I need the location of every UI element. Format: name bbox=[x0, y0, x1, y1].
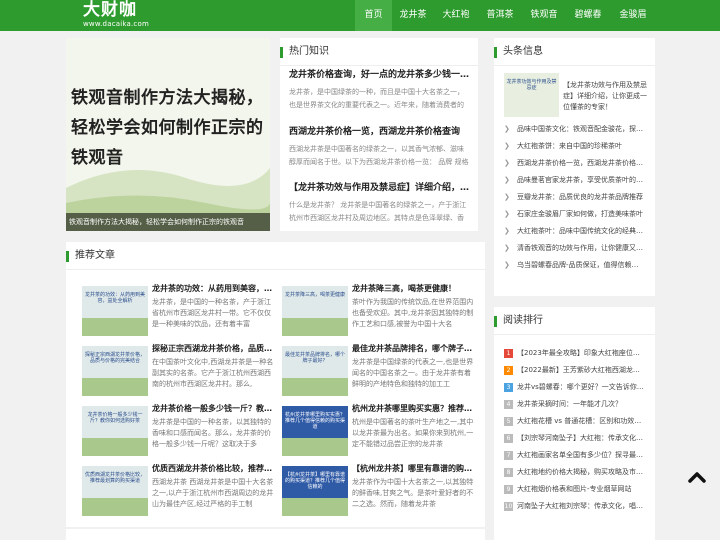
headline-link[interactable]: ❯ 清香铁观音的功效与作用，让你健康又美丽 bbox=[504, 240, 644, 257]
hero-slider[interactable]: 铁观音制作方法大揭秘，轻松学会如何制作正宗的铁观音 铁观音制作方法大揭秘，轻松学… bbox=[66, 38, 270, 231]
back-to-top-icon[interactable] bbox=[686, 466, 708, 488]
nav-longjing[interactable]: 龙井茶 bbox=[392, 0, 434, 31]
rank-item[interactable]: 5 大红袍花槽 vs 普通花槽：区别和功效详解 bbox=[504, 413, 644, 430]
recommended-item[interactable]: 【杭州龙井茶】哪里有靠谱的购买渠道？推荐几个值得信赖的 【杭州龙井茶】哪里有靠谱… bbox=[282, 463, 476, 520]
nav-tieguanyin[interactable]: 铁观音 bbox=[523, 0, 565, 31]
nav-dahongpao[interactable]: 大红袍 bbox=[435, 0, 477, 31]
hot-item[interactable]: 西湖龙井茶价格一览，西湖龙井茶价格查询 西湖龙井茶是中国著名的绿茶之一，以其香气… bbox=[289, 125, 470, 169]
headline-feature-thumbnail[interactable]: 龙井茶功效与作用及禁忌症 bbox=[504, 73, 559, 117]
recommended-item[interactable]: 龙井茶的功效：从药用到美容，益处全解析 龙井茶的功效：从药用到美容，益处全解析 … bbox=[82, 283, 276, 340]
nav-jinjunmei[interactable]: 金骏眉 bbox=[611, 0, 655, 31]
rank-item[interactable]: 3 龙井vs碧螺春：哪个更好？一文告诉你答案 bbox=[504, 379, 644, 396]
hot-item-summary: 西湖龙井茶是中国著名的绿茶之一，以其香气浓郁、滋味醇厚而闻名于世。以下为西湖龙井… bbox=[289, 145, 469, 166]
recommended-item[interactable]: 龙井茶降三高，喝茶更健康 龙井茶降三高，喝茶更健康！ 茶叶作为我国的传统饮品,在… bbox=[282, 283, 476, 340]
hot-item-title[interactable]: 【龙井茶功效与作用及禁忌症】详细介绍，让你更了解 bbox=[289, 181, 470, 195]
recommended-item[interactable]: 探秘正宗西湖龙井茶价格，品质与价格的完美结合 探秘正宗西湖龙井茶价格，品质与价格… bbox=[82, 343, 276, 400]
article-summary: 在中国茶叶文化中,西湖龙井茶是一种名副其实的名茶。它产于浙江杭州西湖西南的杭州市… bbox=[152, 358, 274, 388]
rank-item[interactable]: 6【刘宗琴河南坠子】大红袍：传承文化，唱响中华 bbox=[504, 430, 644, 447]
reading-rank-heading: 阅读排行 bbox=[494, 307, 655, 335]
article-title[interactable]: 最佳龙井茶品牌排名，哪个牌子最好？ bbox=[352, 343, 476, 355]
recommended-item[interactable]: 杭州龙井茶哪里购买实惠？推荐几个值得信赖的购买渠道 杭州龙井茶哪里购买实惠？推荐… bbox=[282, 403, 476, 460]
hot-item-title[interactable]: 西湖龙井茶价格一览，西湖龙井茶价格查询 bbox=[289, 125, 470, 139]
hot-item-title[interactable]: 龙井茶价格查询，好一点的龙井茶多少钱一斤？ bbox=[289, 68, 470, 82]
recommended-item[interactable]: 最佳龙井茶品牌排名，哪个牌子最好？ 最佳龙井茶品牌排名，哪个牌子最好？ 龙井茶是… bbox=[282, 343, 476, 400]
reading-rank-panel: 阅读排行 1【2023年最全攻略】印象大红袍座位图，选座指南 2【2022最新】… bbox=[494, 307, 655, 540]
headline-link[interactable]: ❯ 乌当碧螺春品牌-品质保证，值得信赖的选择 bbox=[504, 257, 644, 274]
article-thumbnail[interactable]: 最佳龙井茶品牌排名，哪个牌子最好？ bbox=[282, 346, 348, 396]
article-thumbnail[interactable]: 龙井茶价格一般多少钱一斤？教你如何选购好茶 bbox=[82, 406, 148, 456]
article-thumbnail[interactable]: 【杭州龙井茶】哪里有靠谱的购买渠道？推荐几个值得信赖的 bbox=[282, 466, 348, 516]
logo-domain: www.dacaika.com bbox=[83, 20, 149, 28]
rank-item[interactable]: 2【2022最新】王芳紫砂大红袍西湖龙井茶价格 bbox=[504, 362, 644, 379]
article-summary: 龙井茶，是中国的一种名茶，产于浙江省杭州市西湖区龙井村一带。它不仅仅是一种美味的… bbox=[152, 298, 271, 328]
article-title[interactable]: 【杭州龙井茶】哪里有靠谱的购买渠道？推荐几个值得信赖的 bbox=[352, 463, 476, 475]
headline-link[interactable]: ❯ 西湖龙井茶价格一览，西湖龙井茶价格查询 bbox=[504, 155, 644, 172]
article-title[interactable]: 龙井茶的功效：从药用到美容，益处全解析 bbox=[152, 283, 276, 295]
article-title[interactable]: 探秘正宗西湖龙井茶价格，品质与价格的完美结合 bbox=[152, 343, 276, 355]
hero-caption[interactable]: 铁观音制作方法大揭秘，轻松学会如何制作正宗的铁观音 bbox=[66, 213, 270, 231]
hot-item[interactable]: 【龙井茶功效与作用及禁忌症】详细介绍，让你更了解 什么是龙井茶？ 龙井茶是中国著… bbox=[289, 181, 470, 225]
rank-item[interactable]: 8 大红袍地约价格大揭秘，购买攻略及市场行情 bbox=[504, 464, 644, 481]
article-thumbnail[interactable]: 龙井茶的功效：从药用到美容，益处全解析 bbox=[82, 286, 148, 336]
hot-item-summary: 龙井茶，是中国绿茶的一种，而且是中国十大名茶之一，也是世界茶文化的重要代表之一。… bbox=[289, 88, 464, 109]
hot-item[interactable]: 龙井茶价格查询，好一点的龙井茶多少钱一斤？ 龙井茶，是中国绿茶的一种，而且是中国… bbox=[289, 68, 470, 112]
site-logo[interactable]: 大财咖 www.dacaika.com bbox=[83, 0, 149, 29]
article-thumbnail[interactable]: 探秘正宗西湖龙井茶价格，品质与价格的完美结合 bbox=[82, 346, 148, 396]
article-summary: 杭州是中国著名的茶叶生产地之一,其中以龙井茶最为出名。如果你来到杭州,一定不能错… bbox=[352, 418, 474, 448]
rank-item[interactable]: 4 龙井茶采摘时间：一年能才几次？ bbox=[504, 396, 644, 413]
article-summary: 龙井茶是中国的一种名茶，以其独特的香味和口感而闻名。那么，龙井茶的价格一般多少钱… bbox=[152, 418, 271, 448]
headline-link[interactable]: ❯ 大红袍茶叶：品味中国传统文化的经典之选 bbox=[504, 223, 644, 240]
article-title[interactable]: 杭州龙井茶哪里购买实惠？推荐几个值得信赖的购买渠道 bbox=[352, 403, 476, 415]
hero-headline: 铁观音制作方法大揭秘，轻松学会如何制作正宗的铁观音 bbox=[71, 88, 264, 168]
site-header: 大财咖 www.dacaika.com 首页 龙井茶 大红袍 普洱茶 铁观音 碧… bbox=[0, 0, 720, 31]
rank-item[interactable]: 1【2023年最全攻略】印象大红袍座位图，选座指南 bbox=[504, 345, 644, 362]
article-title[interactable]: 优质西湖龙井茶价格比较，推荐最划算的购买渠道 bbox=[152, 463, 276, 475]
article-thumbnail[interactable]: 杭州龙井茶哪里购买实惠？推荐几个值得信赖的购买渠道 bbox=[282, 406, 348, 456]
article-summary: 西湖龙井茶 西湖龙井茶是中国十大名茶之一,以产于浙江杭州市西湖周边的龙井山为最佳… bbox=[152, 478, 274, 508]
headline-link[interactable]: ❯ 大红袍茶饼：来自中国的珍稀茶叶 bbox=[504, 138, 644, 155]
article-title[interactable]: 龙井茶价格一般多少钱一斤？教你如何选购好茶 bbox=[152, 403, 276, 415]
rank-list: 1【2023年最全攻略】印象大红袍座位图，选座指南 2【2022最新】王芳紫砂大… bbox=[504, 345, 644, 515]
rank-item[interactable]: 7大红袍画家名单全国有多少位？探寻最受欢迎的大红袍 bbox=[504, 447, 644, 464]
article-title[interactable]: 龙井茶降三高，喝茶更健康！ bbox=[352, 283, 476, 295]
nav-biluochun[interactable]: 碧螺春 bbox=[567, 0, 609, 31]
headlines-list: ❯品味中国茶文化：铁观音配金骏花，探索多元茶香 ❯大红袍茶饼：来自中国的珍稀茶叶… bbox=[504, 121, 644, 274]
hot-item-summary: 什么是龙井茶？ 龙井茶是中国著名的绿茶之一，产于浙江杭州市西湖区龙井村及周边地区… bbox=[289, 201, 467, 222]
rank-item[interactable]: 10 河南坠子大红袍刘宗琴：传承文化，唱响中华 bbox=[504, 498, 644, 515]
next-section-edge bbox=[66, 529, 485, 540]
rank-item[interactable]: 9 大红袍烟价格表和图片-专业烟草网站 bbox=[504, 481, 644, 498]
article-thumbnail[interactable]: 龙井茶降三高，喝茶更健康 bbox=[282, 286, 348, 336]
recommended-panel: 推荐文章 龙井茶的功效：从药用到美容，益处全解析 龙井茶的功效：从药用到美容，益… bbox=[66, 242, 485, 527]
recommended-item[interactable]: 优质西湖龙井茶价格比较，推荐最划算的购买渠道 优质西湖龙井茶价格比较，推荐最划算… bbox=[82, 463, 276, 520]
hot-knowledge-heading: 热门知识 bbox=[280, 38, 478, 66]
headline-feature-title[interactable]: 【龙井茶功效与作用及禁忌症】详细介绍，让你更成一位懂茶的专家！ bbox=[563, 80, 647, 116]
nav-puer[interactable]: 普洱茶 bbox=[479, 0, 521, 31]
recommended-item[interactable]: 龙井茶价格一般多少钱一斤？教你如何选购好茶 龙井茶价格一般多少钱一斤？教你如何选… bbox=[82, 403, 276, 460]
headline-link[interactable]: ❯品味曼茗官家龙井茶，享受优质茶叶的美好时光 bbox=[504, 172, 644, 189]
logo-text: 大财咖 bbox=[83, 0, 137, 20]
headlines-heading: 头条信息 bbox=[494, 38, 655, 66]
nav-home[interactable]: 首页 bbox=[355, 0, 392, 31]
headline-link[interactable]: ❯ 石家庄金骏眉厂家如何做，打造美味茶叶 bbox=[504, 206, 644, 223]
article-thumbnail[interactable]: 优质西湖龙井茶价格比较，推荐最划算的购买渠道 bbox=[82, 466, 148, 516]
hot-knowledge-panel: 热门知识 龙井茶价格查询，好一点的龙井茶多少钱一斤？ 龙井茶，是中国绿茶的一种，… bbox=[280, 38, 478, 231]
article-summary: 龙井茶是中国绿茶的代表之一,也是世界闻名的中国名茶之一。由于龙井茶有着鲜明的产地… bbox=[352, 358, 474, 388]
article-summary: 茶叶作为我国的传统饮品,在世界范围内也备受欢迎。其中,龙井茶因其独特的制作工艺和… bbox=[352, 298, 474, 328]
headline-link[interactable]: ❯品味中国茶文化：铁观音配金骏花，探索多元茶香 bbox=[504, 121, 644, 138]
headline-link[interactable]: ❯ 豆瓣龙井茶：品质优良的龙井茶品牌推荐 bbox=[504, 189, 644, 206]
article-summary: 龙井茶作为中国十大名茶之一,以其独特的鲜香味,甘爽之气。是茶叶爱好者的不二之选。… bbox=[352, 478, 474, 508]
recommended-heading: 推荐文章 bbox=[66, 242, 485, 270]
headlines-panel: 头条信息 龙井茶功效与作用及禁忌症 【龙井茶功效与作用及禁忌症】详细介绍，让你更… bbox=[494, 38, 655, 296]
